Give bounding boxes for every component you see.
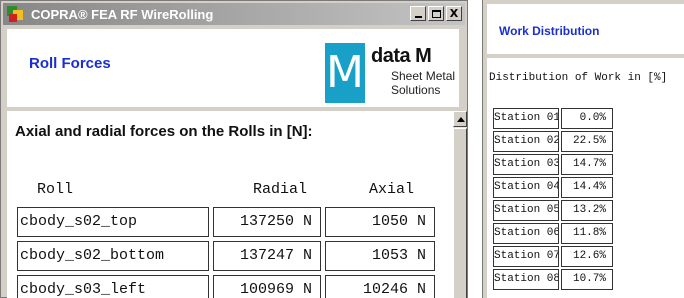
app-icon bbox=[7, 6, 25, 22]
minimize-icon bbox=[414, 15, 422, 18]
logo-brand: data M bbox=[371, 45, 432, 67]
roll-name-cell: cbody_s03_left bbox=[17, 275, 209, 298]
logo-tagline-2: Solutions bbox=[391, 83, 441, 97]
work-percent-cell: 12.6% bbox=[561, 246, 613, 267]
roll-name-cell: cbody_s02_bottom bbox=[17, 241, 209, 271]
axial-force-cell: 10246 N bbox=[325, 275, 435, 298]
maximize-icon bbox=[431, 9, 441, 18]
station-cell: Station 06 bbox=[493, 223, 559, 244]
header-pane: Roll Forces M data M Sheet Metal Solutio… bbox=[7, 29, 459, 107]
axial-force-cell: 1050 N bbox=[325, 207, 435, 237]
roll-name-cell: cbody_s02_top bbox=[17, 207, 209, 237]
window-controls: X bbox=[408, 6, 462, 21]
data-m-logo: M data M Sheet Metal Solutions bbox=[325, 43, 455, 105]
station-cell: Station 04 bbox=[493, 177, 559, 198]
work-distribution-title: Work Distribution bbox=[499, 24, 600, 38]
close-icon: X bbox=[449, 7, 459, 20]
distribution-title: Distribution of Work in [%] bbox=[489, 72, 668, 84]
column-header-roll: Roll bbox=[37, 181, 74, 198]
work-percent-cell: 13.2% bbox=[561, 200, 613, 221]
station-cell: Station 05 bbox=[493, 200, 559, 221]
station-cell: Station 02 bbox=[493, 131, 559, 152]
window-title: COPRA® FEA RF WireRolling bbox=[31, 6, 214, 22]
scroll-thumb[interactable] bbox=[453, 128, 467, 298]
vertical-scrollbar[interactable] bbox=[453, 111, 467, 298]
work-distribution-header: Work Distribution bbox=[487, 4, 684, 54]
station-cell: Station 08 bbox=[493, 269, 559, 290]
work-distribution-content: Distribution of Work in [%] Station 01 0… bbox=[487, 58, 684, 298]
scroll-up-button[interactable] bbox=[453, 111, 467, 127]
work-percent-cell: 11.8% bbox=[561, 223, 613, 244]
work-percent-cell: 10.7% bbox=[561, 269, 613, 290]
column-header-axial: Axial bbox=[369, 181, 415, 198]
radial-force-cell: 137247 N bbox=[213, 241, 321, 271]
work-percent-cell: 22.5% bbox=[561, 131, 613, 152]
work-distribution-window: Work Distribution Distribution of Work i… bbox=[482, 0, 684, 298]
roll-forces-window: COPRA® FEA RF WireRolling X Roll Forces … bbox=[0, 0, 468, 298]
logo-tagline-1: Sheet Metal bbox=[391, 69, 456, 83]
axial-force-cell: 1053 N bbox=[325, 241, 435, 271]
forces-content: Axial and radial forces on the Rolls in … bbox=[7, 111, 455, 298]
maximize-button[interactable] bbox=[428, 6, 444, 21]
work-percent-cell: 0.0% bbox=[561, 108, 613, 129]
forces-title: Axial and radial forces on the Rolls in … bbox=[15, 123, 313, 140]
station-cell: Station 03 bbox=[493, 154, 559, 175]
station-cell: Station 01 bbox=[493, 108, 559, 129]
close-button[interactable]: X bbox=[446, 6, 462, 21]
work-percent-cell: 14.4% bbox=[561, 177, 613, 198]
page-title: Roll Forces bbox=[29, 55, 111, 72]
radial-force-cell: 100969 N bbox=[213, 275, 321, 298]
title-bar[interactable]: COPRA® FEA RF WireRolling X bbox=[3, 3, 465, 25]
station-cell: Station 07 bbox=[493, 246, 559, 267]
radial-force-cell: 137250 N bbox=[213, 207, 321, 237]
work-percent-cell: 14.7% bbox=[561, 154, 613, 175]
logo-mark: M bbox=[325, 43, 365, 103]
minimize-button[interactable] bbox=[410, 6, 426, 21]
column-header-radial: Radial bbox=[253, 181, 308, 198]
